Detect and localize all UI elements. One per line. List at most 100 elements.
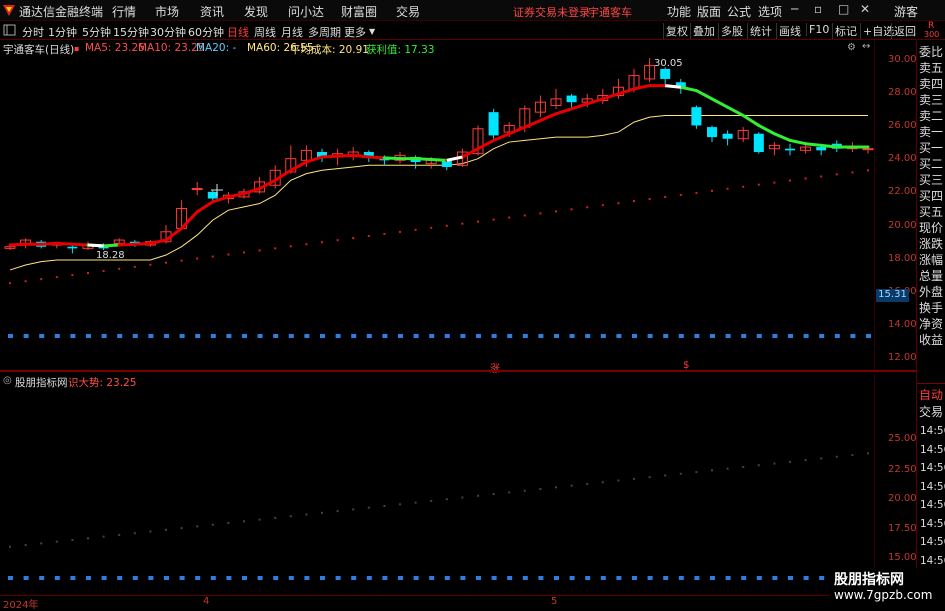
sar-dot [461, 222, 464, 225]
btn-mark[interactable]: 标记 [832, 23, 859, 39]
side-auto-label[interactable]: 自动 [919, 386, 943, 403]
indicator-volume-mark [273, 576, 279, 580]
menu-item-function[interactable]: 功能 [667, 3, 691, 20]
quote-field-label: 净资 [919, 316, 945, 332]
btn-adjust[interactable]: 复权 [663, 23, 690, 39]
ma-segment [554, 107, 574, 116]
period-daily[interactable]: 日线 [227, 24, 249, 40]
indicator-dot [211, 523, 214, 526]
indicator-volume-mark [398, 576, 403, 580]
minimize-icon[interactable]: ─ [791, 2, 798, 16]
indicator-dot [695, 471, 698, 474]
indicator-dot [352, 508, 355, 511]
period-5min[interactable]: 5分钟 [82, 24, 111, 40]
period-intraday[interactable]: 分时 [22, 24, 44, 40]
indicator-dot [679, 472, 682, 475]
menu-item-layout[interactable]: 版面 [697, 3, 721, 20]
indicator-dot [711, 469, 713, 472]
period-monthly[interactable]: 月线 [281, 24, 303, 40]
sar-dot [820, 175, 823, 178]
menu-item-quotes[interactable]: 行情 [112, 3, 136, 20]
indicator-dot [664, 474, 667, 477]
toolbar-toggle-icon[interactable] [3, 24, 16, 36]
period-30min[interactable]: 30分钟 [150, 24, 186, 40]
period-15min[interactable]: 15分钟 [113, 24, 149, 40]
quote-field-label: 买五 [919, 204, 945, 220]
ma-segment [351, 153, 371, 159]
period-more[interactable]: 更多 [344, 24, 366, 40]
indicator-volume-mark [585, 576, 591, 580]
sar-dot [586, 206, 589, 209]
maximize-icon[interactable]: □ [838, 2, 849, 16]
sar-dot [165, 261, 167, 264]
sar-dot [601, 204, 604, 207]
menu-item-trade[interactable]: 交易 [396, 3, 420, 20]
indicator-volume-mark [819, 576, 825, 580]
sar-dot [399, 230, 401, 233]
more-chevron-icon[interactable]: ▼ [369, 27, 375, 36]
period-1min[interactable]: 1分钟 [48, 24, 77, 40]
ma-segment [195, 200, 215, 214]
menu-item-ask[interactable]: 问小达 [288, 3, 324, 20]
panel-divider [0, 370, 918, 372]
volume-mark [366, 334, 372, 338]
indicator-volume-mark [476, 576, 481, 580]
restore-icon[interactable]: ▫ [814, 2, 822, 16]
indicator-volume-mark [226, 576, 232, 580]
indicator-dot [835, 455, 838, 458]
btn-back[interactable]: 返回 [891, 23, 918, 39]
period-multi[interactable]: 多周期 [308, 24, 341, 40]
indicator-volume-mark [678, 576, 684, 580]
volume-mark [569, 334, 575, 338]
indicator-volume-mark [413, 576, 419, 580]
indicator-dot [102, 535, 105, 538]
ma-segment [336, 153, 355, 158]
period-weekly[interactable]: 周线 [254, 24, 276, 40]
indicator-volume-mark [39, 576, 45, 580]
menu-item-wealth[interactable]: 财富圈 [341, 3, 377, 20]
ma-segment [367, 155, 386, 160]
ma-segment [242, 187, 262, 196]
ma-segment [148, 238, 168, 245]
ma-segment [741, 113, 761, 127]
period-60min[interactable]: 60分钟 [188, 24, 224, 40]
side-trade-label[interactable]: 交易 [919, 403, 943, 420]
candlestick-chart[interactable] [0, 40, 875, 370]
quote-field-label: 现价 [919, 220, 945, 236]
menu-item-formula[interactable]: 公式 [727, 3, 751, 20]
btn-multi-stock[interactable]: 多股 [718, 23, 745, 39]
candle-body [566, 95, 577, 103]
menu-item-market[interactable]: 市场 [155, 3, 179, 20]
volume-mark [460, 334, 466, 338]
menu-item-options[interactable]: 选项 [758, 3, 782, 20]
indicator-volume-mark [788, 576, 793, 580]
volume-mark [304, 334, 310, 338]
btn-stats[interactable]: 统计 [747, 23, 774, 39]
trade-login-status[interactable]: 证券交易未登录 [513, 4, 590, 20]
menu-item-discover[interactable]: 发现 [244, 3, 268, 20]
indicator-dot [55, 540, 58, 543]
guest-label[interactable]: 游客 [894, 3, 918, 20]
ma-segment [726, 105, 745, 117]
quote-side-panel: 委比 卖五 卖四 卖三 卖二 卖一 买一 买二 买三 买四 买五 现价 涨跌 涨幅 总量 外盘 换手 净资 收益 自… [916, 40, 945, 595]
y-tick: 28.00 [888, 87, 917, 98]
sar-dot [55, 276, 58, 279]
indicator-volume-mark [320, 576, 325, 580]
ma-segment [382, 156, 402, 161]
close-icon[interactable]: ✕ [860, 2, 870, 16]
volume-mark [834, 334, 840, 338]
quote-field-label: 买四 [919, 188, 945, 204]
volume-dots [8, 334, 871, 338]
indicator-dot [258, 518, 261, 521]
indicator-dot [851, 454, 854, 457]
btn-draw[interactable]: 画线 [776, 23, 803, 39]
sar-dot [492, 218, 495, 221]
volume-mark [179, 334, 185, 338]
sar-dot [851, 171, 854, 174]
date-month-4: 4 [203, 596, 210, 607]
menu-item-news[interactable]: 资讯 [200, 3, 224, 20]
indicator-chart[interactable] [0, 373, 875, 595]
sar-dot [523, 214, 526, 217]
btn-overlay[interactable]: 叠加 [690, 23, 717, 39]
btn-f10[interactable]: F10 [806, 23, 831, 36]
